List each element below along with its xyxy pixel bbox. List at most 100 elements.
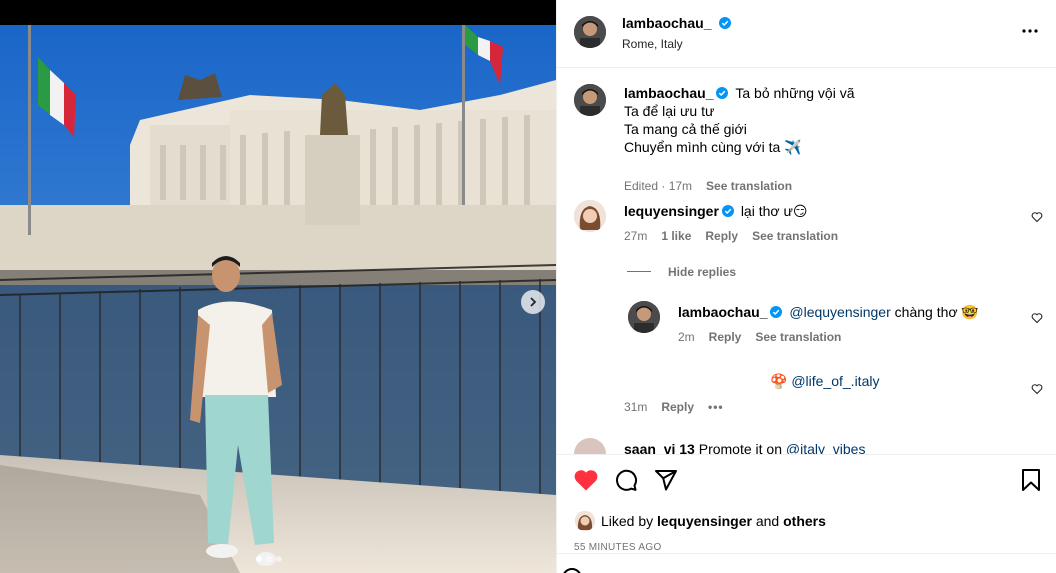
post-side-panel: lambaochau_ Rome, Italy lambaochau_ Ta b… bbox=[556, 0, 1056, 573]
like-comment-button[interactable] bbox=[1031, 210, 1043, 228]
comment-icon bbox=[616, 469, 638, 491]
comment-mention[interactable]: @life_of_.italy bbox=[791, 373, 879, 389]
reply: lambaochau_ @lequyensinger chàng thơ 🤓 2… bbox=[557, 301, 1056, 351]
comment-likes-count[interactable]: 1 like bbox=[661, 229, 691, 243]
header-username[interactable]: lambaochau_ bbox=[622, 15, 711, 31]
reply-avatar[interactable] bbox=[628, 301, 660, 333]
reply-body: lambaochau_ @lequyensinger chàng thơ 🤓 bbox=[678, 303, 979, 321]
post-timestamp: 55 MINUTES AGO bbox=[574, 542, 662, 553]
caption-edited-time: Edited · 17m bbox=[624, 179, 693, 193]
post-photo[interactable] bbox=[0, 25, 556, 573]
share-button[interactable] bbox=[654, 468, 678, 497]
verified-badge-icon bbox=[716, 87, 729, 99]
caption-line: Ta mang cả thế giới bbox=[624, 121, 747, 137]
author-avatar[interactable] bbox=[574, 16, 606, 48]
post-photo-pane bbox=[0, 0, 556, 573]
caption-line: Ta bỏ những vội vã bbox=[735, 85, 855, 101]
caption-line: Chuyển mình cùng với ta ✈️ bbox=[624, 139, 802, 155]
like-button[interactable] bbox=[573, 468, 599, 497]
comment-body: 🍄 @life_of_.italy bbox=[770, 372, 879, 390]
liked-by-prefix: Liked by bbox=[601, 513, 654, 529]
avatar-image bbox=[574, 200, 606, 232]
chevron-right-icon bbox=[530, 297, 537, 307]
comment: 🍄 @life_of_.italy 31m Reply ••• bbox=[557, 372, 1056, 422]
caption: lambaochau_ Ta bỏ những vội vã Ta để lại… bbox=[557, 83, 1056, 193]
more-horizontal-icon bbox=[1022, 29, 1038, 33]
avatar-image bbox=[628, 301, 660, 333]
comment-mention[interactable]: @italy_vibes bbox=[786, 441, 866, 454]
caption-avatar[interactable] bbox=[574, 84, 606, 116]
comments-list[interactable]: lambaochau_ Ta bỏ những vội vã Ta để lại… bbox=[557, 68, 1056, 454]
liked-by-avatar[interactable] bbox=[575, 511, 595, 531]
carousel-dots bbox=[256, 556, 282, 562]
liked-by: Liked by lequyensinger and others bbox=[575, 511, 826, 531]
verified-badge-icon bbox=[770, 306, 783, 318]
post-actions: Liked by lequyensinger and others 55 MIN… bbox=[557, 454, 1056, 553]
add-comment-bar[interactable] bbox=[557, 553, 1056, 573]
carousel-next-button[interactable] bbox=[521, 290, 545, 314]
replies-toggle[interactable]: Hide replies bbox=[557, 263, 1056, 279]
avatar-image bbox=[575, 511, 595, 531]
header-identity: lambaochau_ bbox=[622, 15, 731, 33]
carousel-dot bbox=[276, 556, 282, 562]
comment-meta: 31m Reply ••• bbox=[624, 400, 724, 414]
liked-by-user[interactable]: lequyensinger bbox=[657, 513, 752, 529]
avatar-image bbox=[574, 84, 606, 116]
caption-line: Ta để lại ưu tư bbox=[624, 103, 715, 119]
post-header: lambaochau_ Rome, Italy bbox=[557, 0, 1056, 68]
liked-by-others[interactable]: others bbox=[783, 513, 826, 529]
caption-body: lambaochau_ Ta bỏ những vội vã Ta để lại… bbox=[624, 84, 1034, 156]
reply-meta: 2m Reply See translation bbox=[678, 330, 841, 344]
verified-badge-icon bbox=[718, 17, 731, 29]
reply-mention[interactable]: @lequyensinger bbox=[789, 304, 890, 320]
more-options-button[interactable] bbox=[1021, 22, 1039, 45]
comment-meta: 27m 1 like Reply See translation bbox=[624, 229, 838, 243]
comment-button[interactable] bbox=[614, 468, 638, 497]
comment-body: saan_vi 13 Promote it on @italy_vibes bbox=[624, 440, 865, 454]
reply-button[interactable]: Reply bbox=[705, 229, 738, 243]
hide-replies-button[interactable]: Hide replies bbox=[668, 265, 736, 279]
avatar-image bbox=[574, 16, 606, 48]
comment-body: lequyensinger lại thơ ư😏 bbox=[624, 202, 807, 220]
comment: saan_vi 13 Promote it on @italy_vibes bbox=[557, 438, 1056, 454]
commenter-avatar[interactable] bbox=[574, 438, 606, 454]
reply-username[interactable]: lambaochau_ bbox=[678, 304, 767, 320]
see-translation-button[interactable]: See translation bbox=[706, 179, 792, 193]
commenter-avatar[interactable] bbox=[574, 200, 606, 232]
comment-username[interactable]: lequyensinger bbox=[624, 203, 719, 219]
reply-button[interactable]: Reply bbox=[709, 330, 742, 344]
save-button[interactable] bbox=[1020, 468, 1042, 497]
caption-meta: Edited · 17m See translation bbox=[624, 179, 792, 193]
carousel-dot bbox=[266, 556, 272, 562]
liked-by-and: and bbox=[755, 513, 780, 529]
comment-time: 31m bbox=[624, 400, 648, 414]
share-icon bbox=[655, 470, 677, 491]
photo-top-bar bbox=[0, 0, 556, 25]
see-translation-button[interactable]: See translation bbox=[752, 229, 838, 243]
like-comment-button[interactable] bbox=[1031, 382, 1043, 400]
heart-outline-icon bbox=[1031, 384, 1043, 395]
comment-text: lại thơ ư😏 bbox=[740, 203, 808, 219]
comment-username[interactable]: saan_vi 13 bbox=[624, 441, 695, 454]
heart-outline-icon bbox=[1031, 212, 1043, 223]
comment: lequyensinger lại thơ ư😏 27m 1 like Reply S… bbox=[557, 200, 1056, 250]
caption-username[interactable]: lambaochau_ bbox=[624, 85, 713, 101]
reply-button[interactable]: Reply bbox=[661, 400, 694, 414]
heart-filled-icon bbox=[574, 470, 598, 491]
verified-badge-icon bbox=[721, 205, 734, 217]
post-photo-illustration bbox=[0, 25, 556, 573]
comment-emoji: 🍄 bbox=[770, 373, 788, 389]
see-translation-button[interactable]: See translation bbox=[755, 330, 841, 344]
reply-time: 2m bbox=[678, 330, 695, 344]
heart-outline-icon bbox=[1031, 313, 1043, 324]
comment-text: Promote it on bbox=[698, 441, 782, 454]
bookmark-icon bbox=[1022, 469, 1040, 491]
like-reply-button[interactable] bbox=[1031, 311, 1043, 329]
comment-time: 27m bbox=[624, 229, 648, 243]
replies-divider bbox=[627, 271, 651, 272]
post-location[interactable]: Rome, Italy bbox=[622, 37, 683, 51]
reply-text: chàng thơ 🤓 bbox=[894, 304, 979, 320]
carousel-dot bbox=[256, 556, 262, 562]
comment-more-button[interactable]: ••• bbox=[708, 400, 724, 414]
emoji-icon[interactable] bbox=[561, 567, 583, 573]
